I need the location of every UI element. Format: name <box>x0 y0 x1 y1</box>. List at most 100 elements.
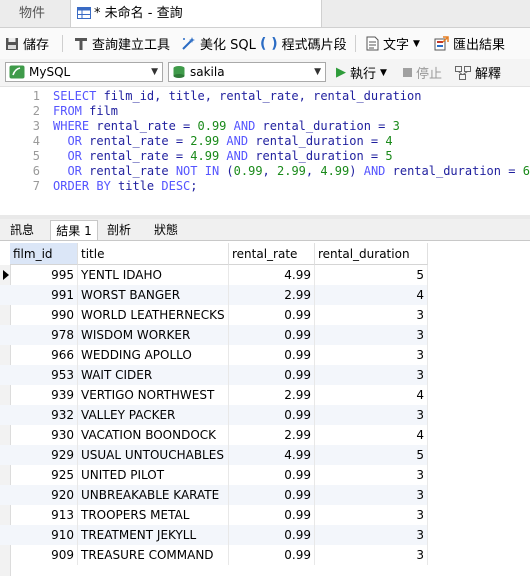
cell-title[interactable]: YENTL IDAHO <box>78 265 229 285</box>
table-row[interactable]: 978 WISDOM WORKER 0.99 3 <box>0 325 428 345</box>
cell-rental-rate[interactable]: 0.99 <box>229 485 315 505</box>
cell-rental-rate[interactable]: 0.99 <box>229 545 315 565</box>
cell-rental-rate[interactable]: 0.99 <box>229 345 315 365</box>
tab-query[interactable]: * 未命名 - 查詢 <box>70 0 322 27</box>
table-row[interactable]: 990 WORLD LEATHERNECKS 0.99 3 <box>0 305 428 325</box>
stop-button[interactable]: 停止 <box>403 59 442 86</box>
table-row[interactable]: 995 YENTL IDAHO 4.99 5 <box>0 265 428 285</box>
connection-select[interactable]: MySQL ▼ <box>5 62 163 82</box>
cell-rental-duration[interactable]: 5 <box>315 265 428 285</box>
cell-rental-duration[interactable]: 4 <box>315 425 428 445</box>
cell-rental-duration[interactable]: 3 <box>315 405 428 425</box>
cell-title[interactable]: WORLD LEATHERNECKS <box>78 305 229 325</box>
cell-film-id[interactable]: 913 <box>10 505 78 525</box>
result-grid[interactable]: film_id title rental_rate rental_duratio… <box>0 243 530 576</box>
cell-film-id[interactable]: 925 <box>10 465 78 485</box>
cell-title[interactable]: UNITED PILOT <box>78 465 229 485</box>
save-button[interactable]: 儲存 <box>5 28 49 59</box>
table-row[interactable]: 925 UNITED PILOT 0.99 3 <box>0 465 428 485</box>
cell-rental-duration[interactable]: 4 <box>315 385 428 405</box>
sql-editor[interactable]: 1 2 3 4 5 6 7 SELECT film_id, title, ren… <box>0 87 530 215</box>
cell-title[interactable]: USUAL UNTOUCHABLES <box>78 445 229 465</box>
cell-rental-rate[interactable]: 0.99 <box>229 505 315 525</box>
cell-rental-rate[interactable]: 0.99 <box>229 325 315 345</box>
cell-film-id[interactable]: 932 <box>10 405 78 425</box>
cell-film-id[interactable]: 995 <box>10 265 78 285</box>
table-row[interactable]: 920 UNBREAKABLE KARATE 0.99 3 <box>0 485 428 505</box>
cell-rental-rate[interactable]: 0.99 <box>229 405 315 425</box>
cell-film-id[interactable]: 920 <box>10 485 78 505</box>
cell-title[interactable]: WISDOM WORKER <box>78 325 229 345</box>
cell-film-id[interactable]: 929 <box>10 445 78 465</box>
cell-rental-rate[interactable]: 2.99 <box>229 285 315 305</box>
tab-messages[interactable]: 訊息 <box>2 220 42 240</box>
cell-film-id[interactable]: 910 <box>10 525 78 545</box>
table-row[interactable]: 929 USUAL UNTOUCHABLES 4.99 5 <box>0 445 428 465</box>
cell-title[interactable]: WAIT CIDER <box>78 365 229 385</box>
table-row[interactable]: 939 VERTIGO NORTHWEST 2.99 4 <box>0 385 428 405</box>
cell-rental-rate[interactable]: 2.99 <box>229 385 315 405</box>
cell-film-id[interactable]: 991 <box>10 285 78 305</box>
run-button[interactable]: ▶ 執行 ▼ <box>336 59 387 86</box>
cell-rental-rate[interactable]: 0.99 <box>229 525 315 545</box>
cell-rental-duration[interactable]: 3 <box>315 465 428 485</box>
column-header-film-id[interactable]: film_id <box>10 243 78 265</box>
tab-objects[interactable]: 物件 <box>0 0 64 27</box>
text-mode-button[interactable]: 文字 ▼ <box>366 28 420 59</box>
export-results-button[interactable]: 匯出結果 <box>434 28 505 59</box>
cell-title[interactable]: TREASURE COMMAND <box>78 545 229 565</box>
cell-rental-duration[interactable]: 3 <box>315 325 428 345</box>
table-row[interactable]: 930 VACATION BOONDOCK 2.99 4 <box>0 425 428 445</box>
cell-film-id[interactable]: 966 <box>10 345 78 365</box>
table-row[interactable]: 909 TREASURE COMMAND 0.99 3 <box>0 545 428 565</box>
table-row[interactable]: 966 WEDDING APOLLO 0.99 3 <box>0 345 428 365</box>
cell-film-id[interactable]: 939 <box>10 385 78 405</box>
table-row[interactable]: 953 WAIT CIDER 0.99 3 <box>0 365 428 385</box>
tab-status[interactable]: 狀態 <box>144 220 188 240</box>
query-builder-button[interactable]: 查詢建立工具 <box>74 28 170 59</box>
cell-rental-rate[interactable]: 0.99 <box>229 465 315 485</box>
cell-film-id[interactable]: 953 <box>10 365 78 385</box>
cell-rental-duration[interactable]: 3 <box>315 345 428 365</box>
cell-film-id[interactable]: 990 <box>10 305 78 325</box>
cell-rental-duration[interactable]: 3 <box>315 305 428 325</box>
cell-rental-duration[interactable]: 3 <box>315 505 428 525</box>
cell-rental-rate[interactable]: 4.99 <box>229 265 315 285</box>
explain-button[interactable]: 解釋 <box>455 59 501 86</box>
cell-rental-duration[interactable]: 3 <box>315 545 428 565</box>
table-row[interactable]: 991 WORST BANGER 2.99 4 <box>0 285 428 305</box>
beautify-sql-button[interactable]: 美化 SQL <box>181 28 256 59</box>
cell-rental-rate[interactable]: 0.99 <box>229 305 315 325</box>
table-row[interactable]: 913 TROOPERS METAL 0.99 3 <box>0 505 428 525</box>
column-header-rental-duration[interactable]: rental_duration <box>315 243 428 265</box>
cell-rental-duration[interactable]: 3 <box>315 525 428 545</box>
cell-rental-duration[interactable]: 3 <box>315 365 428 385</box>
column-header-title[interactable]: title <box>78 243 229 265</box>
cell-film-id[interactable]: 978 <box>10 325 78 345</box>
code-snippet-button[interactable]: ( ) 程式碼片段 <box>260 28 347 59</box>
cell-title[interactable]: VALLEY PACKER <box>78 405 229 425</box>
cell-title[interactable]: VERTIGO NORTHWEST <box>78 385 229 405</box>
cell-title[interactable]: WEDDING APOLLO <box>78 345 229 365</box>
cell-title[interactable]: VACATION BOONDOCK <box>78 425 229 445</box>
column-header-rental-rate[interactable]: rental_rate <box>229 243 315 265</box>
cell-rental-duration[interactable]: 3 <box>315 485 428 505</box>
cell-film-id[interactable]: 930 <box>10 425 78 445</box>
cell-title[interactable]: WORST BANGER <box>78 285 229 305</box>
cell-rental-rate[interactable]: 2.99 <box>229 425 315 445</box>
chevron-down-icon[interactable]: ▼ <box>413 39 420 49</box>
tab-result-1[interactable]: 結果 1 <box>50 220 98 240</box>
table-row[interactable]: 932 VALLEY PACKER 0.99 3 <box>0 405 428 425</box>
cell-title[interactable]: TREATMENT JEKYLL <box>78 525 229 545</box>
cell-film-id[interactable]: 909 <box>10 545 78 565</box>
chevron-down-icon[interactable]: ▼ <box>380 68 387 78</box>
cell-rental-rate[interactable]: 4.99 <box>229 445 315 465</box>
cell-rental-duration[interactable]: 4 <box>315 285 428 305</box>
cell-rental-duration[interactable]: 5 <box>315 445 428 465</box>
table-row[interactable]: 910 TREATMENT JEKYLL 0.99 3 <box>0 525 428 545</box>
cell-rental-rate[interactable]: 0.99 <box>229 365 315 385</box>
cell-title[interactable]: UNBREAKABLE KARATE <box>78 485 229 505</box>
tab-profile[interactable]: 剖析 <box>98 220 140 240</box>
cell-title[interactable]: TROOPERS METAL <box>78 505 229 525</box>
database-select[interactable]: sakila ▼ <box>168 62 326 82</box>
